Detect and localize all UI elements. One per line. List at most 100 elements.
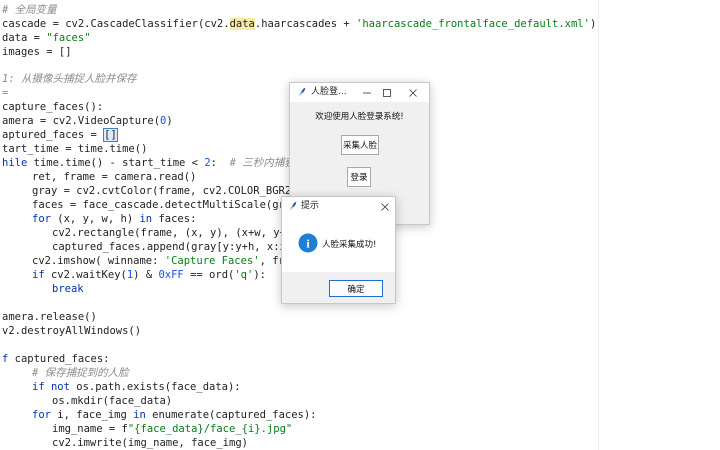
code-token: if not xyxy=(32,381,70,393)
code-token: captured_faces: xyxy=(8,353,110,365)
close-icon xyxy=(409,88,417,97)
code-token: time.time() - start_time < xyxy=(27,157,205,169)
code-line[interactable]: v2.destroyAllWindows() xyxy=(2,324,141,338)
code-line[interactable]: break xyxy=(52,282,84,296)
login-window-titlebar[interactable]: 人脸登... xyxy=(290,83,429,102)
capture-face-button[interactable]: 采集人脸 xyxy=(341,135,379,155)
code-token: enumerate(captured_faces): xyxy=(145,409,317,421)
code-token: 'q' xyxy=(234,269,254,281)
code-token: aptured_faces = xyxy=(2,129,104,141)
code-line[interactable]: gray = cv2.cvtColor(frame, cv2.COLOR_BGR… xyxy=(32,184,323,198)
code-token: ): xyxy=(253,269,266,281)
code-line[interactable]: cv2.imwrite(img_name, face_img) xyxy=(52,436,248,450)
code-token: images = [] xyxy=(2,46,72,58)
parameter-hint: winname: xyxy=(107,255,159,267)
dialog-message-area: i 人脸采集成功! xyxy=(282,216,395,272)
code-token: == ord( xyxy=(183,269,235,281)
code-line[interactable]: cv2.imshow( winname: 'Capture Faces', fr… xyxy=(32,254,310,268)
maximize-icon xyxy=(383,88,391,97)
code-line[interactable]: f captured_faces: xyxy=(2,352,109,366)
info-dialog-title: 提示 xyxy=(301,201,320,211)
code-line[interactable]: amera.release() xyxy=(2,310,97,324)
code-line[interactable]: for i, face_img in enumerate(captured_fa… xyxy=(32,408,317,422)
code-token: faces: xyxy=(152,213,197,225)
code-line[interactable]: aptured_faces = [] xyxy=(2,128,118,142)
code-token: 1: 从摄像头捕捉人脸并保存 xyxy=(2,73,137,85)
code-token: hile xyxy=(2,157,28,169)
code-line[interactable]: img_name = f"{face_data}/face_{i}.jpg" xyxy=(52,422,292,436)
code-token: amera.release() xyxy=(2,311,97,323)
code-token: cv2.rectangle(frame, (x, y), (x+w, y+h),… xyxy=(52,227,318,239)
code-line[interactable]: 1: 从摄像头捕捉人脸并保存 xyxy=(2,72,136,86)
login-window-title: 人脸登... xyxy=(311,87,347,97)
code-line[interactable]: cascade = cv2.CascadeClassifier(cv2.data… xyxy=(2,17,596,31)
code-token: = xyxy=(2,87,9,99)
code-line[interactable]: if cv2.waitKey(1) & 0xFF == ord('q'): xyxy=(32,268,266,282)
code-token: 'Capture Faces' xyxy=(158,255,260,267)
code-token: img_name = f xyxy=(52,423,128,435)
code-line[interactable]: = xyxy=(2,86,8,100)
code-line[interactable]: capture_faces(): xyxy=(2,100,103,114)
code-token: cv2.imwrite(img_name, face_img) xyxy=(52,437,248,449)
code-line[interactable]: # 保存捕捉到的人脸 xyxy=(32,366,129,380)
close-button[interactable] xyxy=(404,83,422,102)
code-token: break xyxy=(52,283,84,295)
code-token: : xyxy=(210,157,230,169)
code-token: in xyxy=(139,213,153,225)
code-token: "{face_data}/face_{i}.jpg" xyxy=(127,423,293,435)
code-token: for xyxy=(32,213,51,225)
code-token: cv2.imshow( xyxy=(32,255,108,267)
welcome-label: 欢迎使用人脸登录系统! xyxy=(315,112,404,122)
code-token: "faces" xyxy=(46,32,91,44)
code-token: ) xyxy=(166,115,173,127)
code-token: (x, y, w, h) xyxy=(50,213,140,225)
code-token: os.mkdir(face_data) xyxy=(52,395,173,407)
code-token: tart_time = time.time() xyxy=(2,143,148,155)
close-icon xyxy=(381,202,389,211)
code-token: # 保存捕捉到的人脸 xyxy=(32,367,129,379)
maximize-button[interactable] xyxy=(378,83,396,102)
code-token: cv2.waitKey( xyxy=(44,269,127,281)
code-token: captured_faces.append(gray[y:y+h, x:x+w]… xyxy=(52,241,312,253)
ok-button[interactable]: 确定 xyxy=(329,280,383,297)
code-line[interactable]: for (x, y, w, h) in faces: xyxy=(32,212,196,226)
feather-icon xyxy=(297,87,306,98)
code-token: cascade = cv2.CascadeClassifier(cv2. xyxy=(2,18,230,30)
code-token: i, face_img xyxy=(50,409,134,421)
code-line[interactable]: # 全局变量 xyxy=(2,3,57,17)
code-line[interactable]: hile time.time() - start_time < 2: # 三秒内… xyxy=(2,156,316,170)
dialog-message: 人脸采集成功! xyxy=(322,240,377,250)
code-token: gray = cv2.cvtColor(frame, cv2.COLOR_BGR… xyxy=(32,185,323,197)
minimize-button[interactable] xyxy=(358,83,376,102)
info-icon: i xyxy=(298,233,318,253)
code-token: capture_faces(): xyxy=(2,101,104,113)
code-token: ) xyxy=(589,18,597,30)
feather-icon xyxy=(288,201,297,212)
dialog-close-button[interactable] xyxy=(376,197,394,216)
info-dialog-titlebar[interactable]: 提示 xyxy=(282,197,395,216)
code-token: v2.destroyAllWindows() xyxy=(2,325,142,337)
right-margin-guide xyxy=(598,0,599,450)
code-line[interactable]: ret, frame = camera.read() xyxy=(32,170,196,184)
code-token: amera = cv2.VideoCapture( xyxy=(2,115,161,127)
code-token: [] xyxy=(103,128,118,142)
code-line[interactable]: if not os.path.exists(face_data): xyxy=(32,380,241,394)
code-token: if xyxy=(32,269,45,281)
code-line[interactable]: amera = cv2.VideoCapture(0) xyxy=(2,114,173,128)
code-token: data = xyxy=(2,32,47,44)
code-token: for xyxy=(32,409,51,421)
info-dialog[interactable]: 提示 i 人脸采集成功! 确定 xyxy=(281,196,396,304)
code-line[interactable]: images = [] xyxy=(2,45,72,59)
code-token: data xyxy=(229,18,255,30)
code-line[interactable]: data = "faces" xyxy=(2,31,91,45)
minimize-icon xyxy=(363,92,371,93)
code-line[interactable]: tart_time = time.time() xyxy=(2,142,147,156)
login-button[interactable]: 登录 xyxy=(347,167,371,187)
code-token: 0xFF xyxy=(158,269,184,281)
code-line[interactable]: os.mkdir(face_data) xyxy=(52,394,172,408)
code-token: ) & xyxy=(133,269,159,281)
code-token: .haarcascades + xyxy=(254,18,357,30)
code-line[interactable]: captured_faces.append(gray[y:y+h, x:x+w]… xyxy=(52,240,311,254)
code-token: faces = face_cascade.detectMultiScale(gr… xyxy=(32,199,311,211)
code-token: # 全局变量 xyxy=(2,4,57,16)
